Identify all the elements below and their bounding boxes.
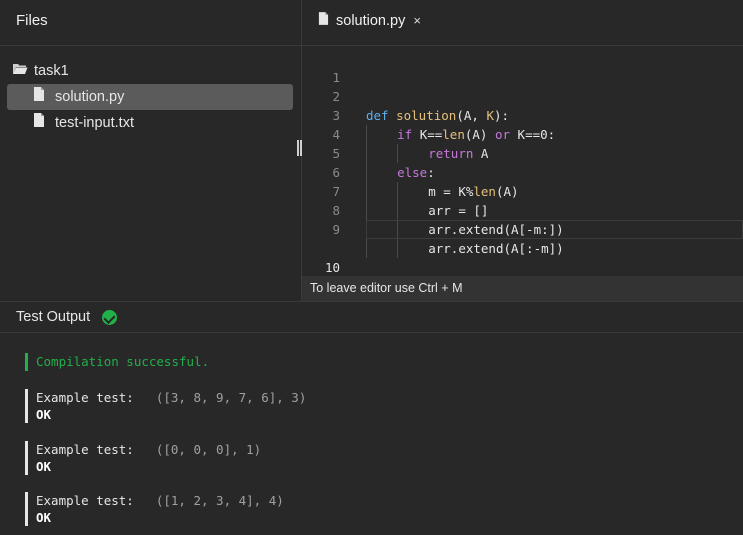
- tab-solution-py[interactable]: solution.py ×: [318, 10, 421, 32]
- folder-label: task1: [34, 63, 69, 79]
- test-result: Example test: ([1, 2, 3, 4], 4) OK: [25, 492, 284, 526]
- code-line: 6 m = K%len(A): [302, 144, 743, 201]
- test-label: Example test:: [36, 390, 134, 405]
- file-tree: task1 solution.py test-input.txt: [0, 46, 301, 136]
- code-line: 8 arr.extend(A[-m:]): [302, 182, 743, 239]
- editor-tab-bar: solution.py ×: [302, 0, 743, 46]
- test-label: Example test:: [36, 493, 134, 508]
- folder-task1[interactable]: task1: [0, 58, 301, 84]
- file-label: solution.py: [55, 89, 125, 105]
- test-args: ([3, 8, 9, 7, 6], 3): [155, 390, 307, 405]
- test-status: OK: [36, 510, 52, 525]
- test-args: ([0, 0, 0], 1): [155, 442, 262, 457]
- file-icon: [33, 110, 49, 136]
- folder-open-icon: [12, 58, 28, 84]
- code-line: 4 return A: [302, 106, 743, 163]
- file-icon: [33, 84, 49, 110]
- code-line: 3 if K==len(A) or K==0:: [302, 87, 743, 144]
- code-line-current: 10 return arr: [302, 220, 743, 296]
- current-line-highlight: [366, 220, 743, 239]
- close-icon[interactable]: ×: [413, 10, 421, 32]
- test-result: Example test: ([3, 8, 9, 7, 6], 3) OK: [25, 389, 306, 423]
- line-number: 10: [324, 260, 340, 275]
- code-line: 1: [302, 49, 743, 85]
- code-area[interactable]: 1 2 def solution(A, K): 3 if K==len(A) o…: [302, 49, 743, 296]
- test-output-header: Test Output: [0, 301, 743, 333]
- file-label: test-input.txt: [55, 115, 134, 131]
- code-line: 5 else:: [302, 125, 743, 182]
- test-status: OK: [36, 459, 52, 474]
- test-result: Example test: ([0, 0, 0], 1) OK: [25, 441, 261, 475]
- code-editor[interactable]: solution.py × 1 2 def solution(A, K): 3 …: [302, 0, 743, 301]
- test-output-title: Test Output: [16, 309, 91, 325]
- file-item-test-input-txt[interactable]: test-input.txt: [7, 110, 293, 136]
- editor-footer-hint: To leave editor use Ctrl + M: [302, 276, 743, 301]
- files-panel-title: Files: [0, 0, 301, 46]
- code-line: 9 arr.extend(A[:-m]): [302, 201, 743, 258]
- code-line: 7 arr = []: [302, 163, 743, 220]
- check-circle-icon: [102, 309, 118, 325]
- test-args: ([1, 2, 3, 4], 4): [155, 493, 284, 508]
- files-panel: Files task1 solution.py test-input.txt: [0, 0, 302, 301]
- tab-label: solution.py: [336, 13, 406, 29]
- file-item-solution-py[interactable]: solution.py: [7, 84, 293, 110]
- file-icon: [318, 10, 329, 32]
- code-line: 2 def solution(A, K):: [302, 68, 743, 123]
- code-text: arr.extend(A[:-m]): [366, 239, 564, 258]
- test-label: Example test:: [36, 442, 134, 457]
- test-status: OK: [36, 407, 52, 422]
- compile-message: Compilation successful.: [25, 353, 209, 371]
